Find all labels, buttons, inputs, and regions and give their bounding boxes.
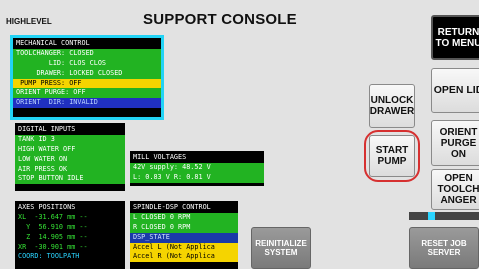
axis-xl: XL -31.647 mm -- [18,212,88,221]
accel-right: Accel R (Not Applica [130,252,238,263]
mill-voltages-panel: MILL VOLTAGES 42V supply: 48.52 V L: 0.8… [130,151,264,186]
open-toolchanger-button[interactable]: OPEN TOOLCH ANGER [431,169,479,210]
lid-status: LID: CLOS CLOS [13,58,161,69]
axis-y: Y 56.910 mm -- [18,222,88,231]
panel-title: DIGITAL INPUTS [18,125,76,133]
unlock-drawer-button[interactable]: UNLOCK DRAWER [369,84,415,128]
digital-inputs-panel: DIGITAL INPUTS TANK ID 3 HIGH WATER OFF … [15,123,125,191]
start-pump-button[interactable]: START PUMP [369,135,415,177]
coord-mode: COORD: TOOLPATH [18,252,80,261]
pump-press-status: PUMP PRESS: OFF [13,78,161,89]
stop-button: STOP BUTTON IDLE [15,174,125,185]
open-lid-button[interactable]: OPEN LID [431,68,479,113]
drawer-status: DRAWER: LOCKED CLOSED [13,68,161,79]
panel-title: SPINDLE-DSP CONTROL [133,203,211,211]
axis-z: Z 14.905 mm -- [18,232,88,241]
supply-voltage: 42V supply: 48.52 V [130,162,264,173]
spindle-left: L CLOSED 0 RPM [130,212,238,223]
page-title: SUPPORT CONSOLE [143,11,297,28]
orient-purge-button[interactable]: ORIENT PURGE ON [431,120,479,166]
panel-title: AXES POSITIONS [18,203,76,211]
orient-dir-status: ORIENT DIR: INVALID [13,98,161,109]
reset-job-server-button[interactable]: RESET JOB SERVER [409,227,479,269]
level-slider[interactable] [409,212,479,220]
toolchanger-status: TOOLCHANGER: CLOSED [13,48,161,59]
slider-handle[interactable] [428,212,435,220]
accel-left: Accel L (Not Applica [130,242,238,253]
lr-voltage: L: 0.83 V R: 0.81 V [130,172,264,183]
panel-title: MECHANICAL CONTROL [16,39,90,47]
low-water: LOW WATER ON [15,154,125,165]
axis-xr: XR -30.901 mm -- [18,242,88,251]
return-to-menu-button[interactable]: RETURN TO MENU [431,15,479,60]
dsp-state: DSP_STATE [130,232,238,243]
spindle-right: R CLOSED 0 RPM [130,222,238,233]
spindle-dsp-panel: SPINDLE-DSP CONTROL L CLOSED 0 RPM R CLO… [130,201,238,269]
orient-purge-status: ORIENT PURGE: OFF [13,88,161,99]
high-water: HIGH WATER OFF [15,144,125,155]
reinitialize-system-button[interactable]: REINITIALIZE SYSTEM [251,227,311,269]
tank-id: TANK ID 3 [15,134,125,145]
axes-positions-panel: AXES POSITIONS XL -31.647 mm -- Y 56.910… [15,201,125,269]
air-press: AIR PRESS OK [15,164,125,175]
panel-title: MILL VOLTAGES [133,153,187,161]
user-level-label: HIGHLEVEL [6,17,52,26]
mechanical-control-panel: MECHANICAL CONTROL TOOLCHANGER: CLOSED L… [10,35,164,120]
